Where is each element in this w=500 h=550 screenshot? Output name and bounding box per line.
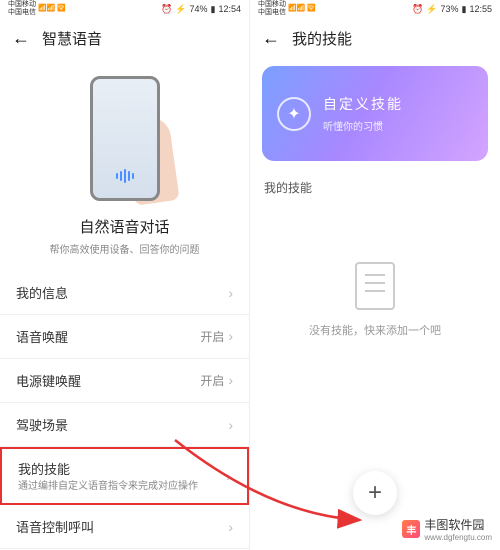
magic-wand-icon: ✦ [277, 97, 311, 131]
alarm-icon: ⏰ [161, 4, 172, 15]
battery-percent: 74% [190, 4, 208, 14]
battery-icon: ⚡ [175, 4, 186, 15]
section-title: 我的技能 [250, 169, 500, 202]
battery-percent: 73% [441, 4, 459, 14]
empty-state: 没有技能，快来添加一个吧 [250, 202, 500, 358]
header: ← 智慧语音 [0, 18, 249, 58]
hero-section: 自然语音对话 帮你高效使用设备、回答你的问题 [0, 58, 249, 271]
status-carrier: 中国移动 中国电信 📶📶 🛜 [258, 1, 316, 17]
watermark-text: 丰图软件园 [424, 516, 492, 533]
back-arrow-icon[interactable]: ← [262, 28, 280, 49]
card-title: 自定义技能 [323, 94, 403, 114]
header: ← 我的技能 [250, 18, 500, 58]
page-title: 智慧语音 [42, 28, 102, 49]
hero-title: 自然语音对话 [20, 216, 229, 237]
status-bar: 中国移动 中国电信 📶📶 🛜 ⏰ ⚡ 73% ▮ 12:55 [250, 0, 500, 18]
clock-time: 12:55 [469, 4, 492, 14]
annotation-arrow [170, 425, 390, 545]
card-subtitle: 听懂你的习惯 [323, 118, 403, 133]
watermark: 丰 丰图软件园 www.dgfengtu.com [402, 516, 492, 542]
page-title: 我的技能 [292, 28, 352, 49]
status-carrier: 中国移动 中国电信 📶📶 🛜 [8, 1, 66, 17]
battery-icon: ⚡ [426, 4, 437, 15]
document-icon [355, 262, 395, 310]
alarm-icon: ⏰ [412, 4, 423, 15]
list-item-my-info[interactable]: 我的信息 › [0, 271, 249, 315]
sound-wave-icon [116, 169, 134, 183]
status-bar: 中国移动 中国电信 📶📶 🛜 ⏰ ⚡ 74% ▮ 12:54 [0, 0, 249, 18]
phone-illustration [20, 68, 229, 208]
status-right: ⏰ ⚡ 74% ▮ 12:54 [161, 4, 241, 15]
watermark-url: www.dgfengtu.com [424, 533, 492, 542]
watermark-logo-icon: 丰 [402, 520, 420, 538]
status-right: ⏰ ⚡ 73% ▮ 12:55 [412, 4, 492, 15]
list-item-power-wake[interactable]: 电源键唤醒 开启 [0, 359, 249, 403]
back-arrow-icon[interactable]: ← [12, 28, 30, 49]
empty-text: 没有技能，快来添加一个吧 [270, 322, 480, 338]
clock-time: 12:54 [218, 4, 241, 14]
custom-skill-card[interactable]: ✦ 自定义技能 听懂你的习惯 [262, 66, 488, 161]
hero-subtitle: 帮你高效使用设备、回答你的问题 [20, 241, 229, 256]
list-item-voice-wake[interactable]: 语音唤醒 开启 [0, 315, 249, 359]
